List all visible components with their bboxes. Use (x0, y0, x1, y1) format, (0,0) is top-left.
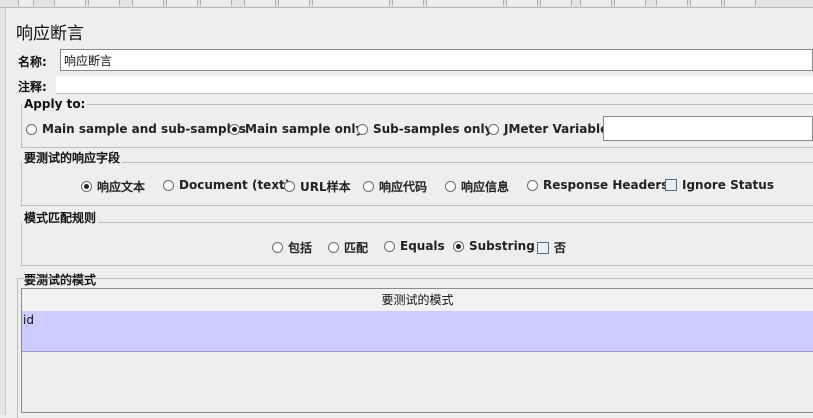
radio-checked-icon (81, 181, 92, 192)
comment-input[interactable] (56, 76, 813, 94)
document-text-radio[interactable]: Document (text) (163, 178, 290, 192)
apply-sub-only-radio[interactable]: Sub-samples only (357, 122, 492, 136)
radio-icon (488, 123, 499, 135)
radio-checked-icon (453, 240, 464, 252)
top-toolbar-strip (0, 0, 813, 8)
response-field-title: 要测试的响应字段 (22, 149, 123, 166)
checkbox-icon (665, 179, 677, 191)
radio-icon (284, 181, 295, 192)
radio-icon (527, 179, 538, 191)
radio-icon (163, 179, 174, 191)
radio-icon (328, 242, 339, 253)
left-rail (0, 8, 6, 415)
ignore-status-checkbox[interactable]: Ignore Status (665, 178, 774, 192)
pattern-rules-title: 模式匹配规则 (22, 209, 99, 226)
equals-radio[interactable]: Equals (384, 239, 445, 253)
radio-icon (363, 181, 374, 192)
patterns-column-header[interactable]: 要测试的模式 (22, 289, 813, 312)
radio-icon (357, 123, 368, 135)
patterns-table: 要测试的模式 id (21, 288, 813, 413)
negate-checkbox[interactable]: 否 (537, 239, 566, 256)
checkbox-icon (537, 241, 549, 254)
panel-title: 响应断言 (16, 24, 84, 44)
response-code-radio[interactable]: 响应代码 (363, 178, 427, 195)
radio-icon (272, 242, 283, 253)
radio-icon (384, 240, 395, 252)
radio-checked-icon (229, 123, 240, 135)
name-input[interactable]: 响应断言 (60, 49, 813, 71)
apply-to-title: Apply to: (22, 97, 88, 111)
response-text-radio[interactable]: 响应文本 (81, 178, 145, 195)
apply-main-and-sub-radio[interactable]: Main sample and sub-samples (26, 122, 246, 136)
matches-radio[interactable]: 匹配 (328, 239, 368, 256)
apply-jmeter-variable-radio[interactable]: JMeter Variable (488, 122, 608, 136)
url-sample-radio[interactable]: URL样本 (284, 178, 351, 195)
contains-radio[interactable]: 包括 (272, 239, 312, 256)
response-message-radio[interactable]: 响应信息 (445, 178, 509, 195)
jmeter-variable-input[interactable] (603, 116, 813, 141)
radio-icon (445, 181, 456, 192)
name-label: 名称: (18, 55, 47, 69)
radio-icon (26, 123, 37, 135)
table-row[interactable]: id (22, 311, 813, 352)
response-headers-radio[interactable]: Response Headers (527, 178, 668, 192)
substring-radio[interactable]: Substring (453, 239, 535, 253)
apply-main-only-radio[interactable]: Main sample only (229, 122, 363, 136)
comment-label: 注释: (18, 80, 47, 94)
